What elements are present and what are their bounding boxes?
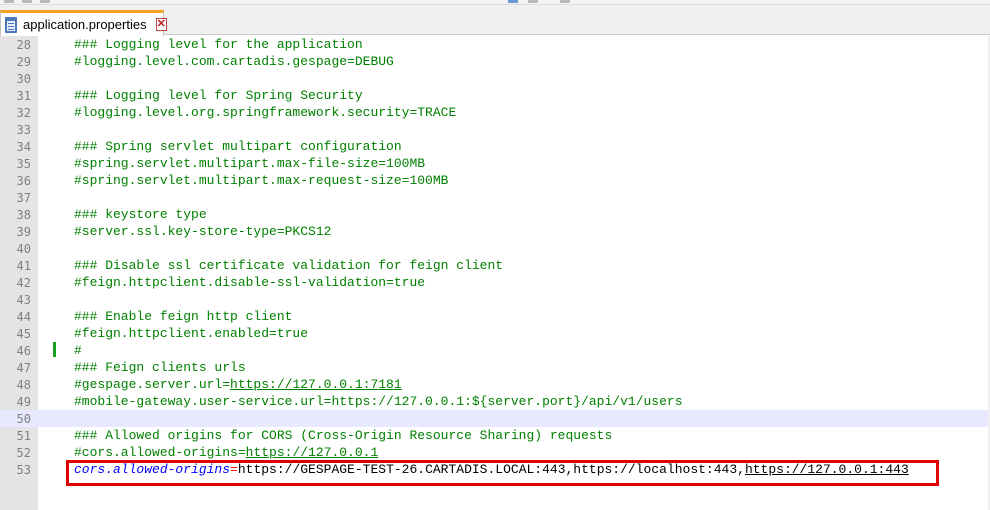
- close-icon[interactable]: ✕: [155, 18, 167, 31]
- code-line[interactable]: 43: [0, 291, 990, 308]
- tab-label: application.properties: [23, 17, 147, 32]
- tab-application-properties[interactable]: application.properties ✕: [0, 10, 167, 36]
- line-number: 50: [16, 411, 31, 426]
- line-number: 47: [16, 360, 31, 375]
- line-number: 30: [16, 71, 31, 86]
- code-line[interactable]: 48 #gespage.server.url=https://127.0.0.1…: [0, 376, 990, 393]
- line-number: 52: [16, 445, 31, 460]
- code-line[interactable]: 35 #spring.servlet.multipart.max-file-si…: [0, 155, 990, 172]
- code-line[interactable]: 39 #server.ssl.key-store-type=PKCS12: [0, 223, 990, 240]
- line-text: #cors.allowed-origins=https://127.0.0.1: [74, 445, 378, 460]
- code-line[interactable]: 51 ### Allowed origins for CORS (Cross-O…: [0, 427, 990, 444]
- line-number: 41: [16, 258, 31, 273]
- url-link[interactable]: https://127.0.0.1: [246, 445, 379, 460]
- url-link[interactable]: https://127.0.0.1:7181: [230, 377, 402, 392]
- line-number: 53: [16, 462, 31, 477]
- line-text: #gespage.server.url=https://127.0.0.1:71…: [74, 377, 402, 392]
- file-save-icon: [4, 16, 18, 33]
- line-text: #logging.level.com.cartadis.gespage=DEBU…: [74, 54, 394, 69]
- code-line[interactable]: 44 ### Enable feign http client: [0, 308, 990, 325]
- line-number: 35: [16, 156, 31, 171]
- line-number: 37: [16, 190, 31, 205]
- line-text: ### keystore type: [74, 207, 207, 222]
- toolbar-button[interactable]: [22, 0, 32, 3]
- code-line[interactable]: 49 #mobile-gateway.user-service.url=http…: [0, 393, 990, 410]
- editor[interactable]: 28 ### Logging level for the application…: [0, 36, 990, 510]
- toolbar-button[interactable]: [40, 0, 50, 3]
- code-line[interactable]: 32 #logging.level.org.springframework.se…: [0, 104, 990, 121]
- line-text: #server.ssl.key-store-type=PKCS12: [74, 224, 332, 239]
- line-number: 51: [16, 428, 31, 443]
- code-line[interactable]: 45 #feign.httpclient.enabled=true: [0, 325, 990, 342]
- line-text: ### Spring servlet multipart configurati…: [74, 139, 402, 154]
- code-line[interactable]: 46 #: [0, 342, 990, 359]
- code-line[interactable]: 36 #spring.servlet.multipart.max-request…: [0, 172, 990, 189]
- toolbar-button[interactable]: [560, 0, 570, 3]
- line-text-prefix: #cors.allowed-origins=: [74, 445, 246, 460]
- highlight-box: [66, 460, 939, 486]
- line-text: #: [74, 343, 82, 358]
- toolbar-button[interactable]: [508, 0, 518, 3]
- toolbar-button[interactable]: [528, 0, 538, 3]
- line-number: 48: [16, 377, 31, 392]
- line-number: 45: [16, 326, 31, 341]
- line-text: ### Logging level for Spring Security: [74, 88, 363, 103]
- line-number: 46: [16, 343, 31, 358]
- line-text-prefix: #gespage.server.url=: [74, 377, 231, 392]
- line-text: #feign.httpclient.enabled=true: [74, 326, 309, 341]
- line-text: ### Allowed origins for CORS (Cross-Orig…: [74, 428, 613, 443]
- line-number: 43: [16, 292, 31, 307]
- code-line[interactable]: 52 #cors.allowed-origins=https://127.0.0…: [0, 444, 990, 461]
- line-number: 44: [16, 309, 31, 324]
- code-line[interactable]: 40: [0, 240, 990, 257]
- code-line[interactable]: 47 ### Feign clients urls: [0, 359, 990, 376]
- current-line[interactable]: 50: [0, 410, 990, 427]
- line-text: #mobile-gateway.user-service.url=https:/…: [74, 394, 683, 409]
- code-line[interactable]: 41 ### Disable ssl certificate validatio…: [0, 257, 990, 274]
- line-text: ### Feign clients urls: [74, 360, 246, 375]
- toolbar-button[interactable]: [4, 0, 14, 3]
- line-number: 36: [16, 173, 31, 188]
- code-line[interactable]: 29 #logging.level.com.cartadis.gespage=D…: [0, 53, 990, 70]
- line-number: 32: [16, 105, 31, 120]
- line-number: 33: [16, 122, 31, 137]
- line-number: 49: [16, 394, 31, 409]
- code-line[interactable]: 31 ### Logging level for Spring Security: [0, 87, 990, 104]
- code-line[interactable]: 33: [0, 121, 990, 138]
- line-text: ### Logging level for the application: [74, 37, 363, 52]
- line-number: 38: [16, 207, 31, 222]
- code-line[interactable]: 37: [0, 189, 990, 206]
- line-text: ### Enable feign http client: [74, 309, 293, 324]
- code-line[interactable]: 34 ### Spring servlet multipart configur…: [0, 138, 990, 155]
- line-text: ### Disable ssl certificate validation f…: [74, 258, 504, 273]
- line-number: 42: [16, 275, 31, 290]
- line-number: 29: [16, 54, 31, 69]
- code-line[interactable]: 28 ### Logging level for the application: [0, 36, 990, 53]
- line-number: 34: [16, 139, 31, 154]
- code-line[interactable]: 42 #feign.httpclient.disable-ssl-validat…: [0, 274, 990, 291]
- line-number: 28: [16, 37, 31, 52]
- line-text: #logging.level.org.springframework.secur…: [74, 105, 457, 120]
- line-number: 40: [16, 241, 31, 256]
- line-number: 39: [16, 224, 31, 239]
- code-line[interactable]: 38 ### keystore type: [0, 206, 990, 223]
- tab-bar: application.properties ✕: [0, 5, 990, 36]
- code-line[interactable]: 30: [0, 70, 990, 87]
- line-number: 31: [16, 88, 31, 103]
- line-text: #spring.servlet.multipart.max-request-si…: [74, 173, 449, 188]
- line-text: #spring.servlet.multipart.max-file-size=…: [74, 156, 426, 171]
- line-text: #feign.httpclient.disable-ssl-validation…: [74, 275, 426, 290]
